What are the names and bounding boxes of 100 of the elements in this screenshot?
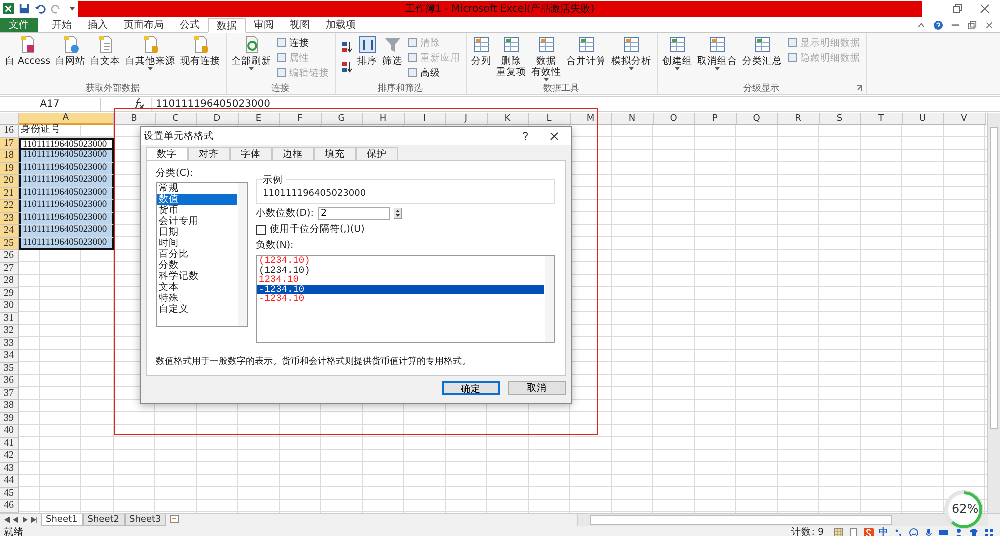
grid-menu-icon[interactable] — [984, 528, 994, 536]
sheet-tab[interactable]: Sheet1 — [41, 514, 83, 526]
row-header[interactable]: 19 — [0, 162, 19, 175]
row-header[interactable]: 43 — [0, 462, 19, 475]
row-header[interactable]: 30 — [0, 300, 19, 312]
negative-format-item[interactable]: (1234.10) — [257, 266, 544, 275]
category-item[interactable]: 日期 — [157, 227, 237, 238]
column-header[interactable]: I — [404, 113, 446, 125]
ribbon-button[interactable]: 模拟分析 — [610, 35, 654, 83]
row-header[interactable]: 31 — [0, 312, 19, 325]
row-header[interactable]: 25 — [0, 238, 19, 250]
column-header[interactable]: P — [695, 113, 736, 125]
row-header[interactable]: 29 — [0, 288, 19, 300]
function-icon[interactable] — [133, 98, 145, 110]
category-item[interactable]: 常规 — [157, 183, 237, 194]
category-item[interactable]: 货币 — [157, 205, 237, 216]
category-item[interactable]: 数值 — [157, 194, 237, 205]
negative-format-item[interactable]: -1234.10 — [257, 294, 544, 304]
checkbox-label[interactable]: 使用千位分隔符(,)(U) — [270, 223, 365, 236]
row-header[interactable]: 40 — [0, 425, 19, 438]
spin-buttons-icon[interactable] — [394, 208, 402, 219]
dialog-button[interactable]: 确定 — [442, 381, 500, 395]
column-header[interactable]: E — [238, 113, 280, 125]
category-list[interactable]: 常规 数值 货币 会计专用 日期 时间 百分比 分数 科学记数 文本 特殊 自定义 — [156, 182, 248, 327]
column-header[interactable]: R — [778, 113, 820, 125]
row-header[interactable]: 27 — [0, 262, 19, 275]
negative-format-item[interactable]: (1234.10) — [257, 256, 544, 266]
undo-icon[interactable] — [35, 3, 46, 15]
row-header[interactable]: 34 — [0, 350, 19, 362]
ribbon-button[interactable]: 删除 重复项 — [494, 35, 529, 83]
last-sheet-icon[interactable] — [31, 517, 37, 523]
dialog-tab[interactable]: 数字 — [146, 147, 188, 160]
column-header[interactable]: B — [114, 113, 156, 125]
column-header[interactable]: L — [529, 113, 570, 125]
sheet-tab[interactable]: Sheet2 — [82, 514, 124, 526]
row-header[interactable]: 37 — [0, 388, 19, 400]
dialog-button[interactable]: 取消 — [508, 381, 566, 395]
collapse-ribbon-icon[interactable] — [917, 20, 926, 30]
decimal-places-field[interactable]: 2 — [318, 207, 390, 220]
input-method-logo-icon[interactable] — [864, 528, 874, 536]
vertical-scrollbar[interactable] — [987, 113, 1000, 513]
negative-format-item[interactable]: 1234.10 — [257, 275, 544, 284]
sort-descending-icon[interactable] — [340, 61, 353, 73]
row-header[interactable]: 17 — [0, 138, 19, 150]
restore-icon[interactable] — [952, 4, 962, 14]
list-scrollbar[interactable] — [238, 183, 247, 326]
normal-view-icon[interactable] — [834, 528, 844, 536]
ribbon-button[interactable]: 连接 — [274, 36, 332, 50]
ribbon-button[interactable]: 现有连接 — [178, 35, 223, 83]
row-header[interactable]: 22 — [0, 200, 19, 212]
ribbon-tab[interactable]: 视图 — [282, 18, 318, 32]
row-header[interactable]: 41 — [0, 438, 19, 450]
dialog-tab[interactable]: 字体 — [230, 147, 272, 160]
column-header[interactable]: O — [654, 113, 695, 125]
formula-field[interactable]: 110111196405023000 — [151, 98, 1000, 110]
category-item[interactable]: 文本 — [157, 282, 237, 293]
checkbox[interactable] — [256, 224, 266, 234]
ribbon-button[interactable]: 高级 — [406, 66, 463, 80]
ribbon-button[interactable]: 自 Access — [3, 35, 53, 83]
ribbon-button[interactable]: 数据 有效性 — [530, 35, 564, 83]
row-header[interactable]: 39 — [0, 412, 19, 425]
category-item[interactable]: 时间 — [157, 238, 237, 249]
dialog-tab[interactable]: 对齐 — [188, 147, 230, 160]
restore-icon[interactable] — [968, 20, 977, 30]
dialog-tab[interactable]: 边框 — [272, 147, 314, 160]
horizontal-scrollbar[interactable] — [577, 514, 988, 526]
close-icon[interactable] — [980, 4, 990, 14]
column-header[interactable]: T — [861, 113, 902, 125]
ribbon-tab[interactable]: 插入 — [80, 18, 116, 32]
column-header[interactable]: K — [488, 113, 529, 125]
microphone-icon[interactable] — [924, 528, 934, 536]
ribbon-button[interactable]: 分列 — [470, 35, 494, 83]
dialog-tab[interactable]: 填充 — [314, 147, 356, 160]
row-header[interactable]: 45 — [0, 488, 19, 500]
row-header[interactable]: 28 — [0, 275, 19, 288]
ribbon-button[interactable]: 排序 — [356, 35, 380, 83]
row-header[interactable]: 42 — [0, 450, 19, 462]
row-header[interactable]: 33 — [0, 338, 19, 350]
column-header[interactable]: D — [197, 113, 238, 125]
row-header[interactable]: 16 — [0, 125, 19, 138]
row-header[interactable]: 36 — [0, 375, 19, 388]
dialog-tab[interactable]: 保护 — [356, 147, 398, 160]
category-item[interactable]: 科学记数 — [157, 271, 237, 282]
row-header[interactable]: 26 — [0, 250, 19, 262]
punctuation-icon[interactable] — [894, 528, 904, 536]
category-item[interactable]: 特殊 — [157, 293, 237, 304]
sheet-tab[interactable]: Sheet3 — [124, 514, 166, 526]
category-item[interactable]: 自定义 — [157, 304, 237, 315]
list-scrollbar[interactable] — [545, 256, 554, 342]
category-item[interactable]: 会计专用 — [157, 216, 237, 227]
ribbon-button[interactable]: 分类汇总 — [740, 35, 785, 83]
help-icon[interactable] — [521, 132, 530, 140]
next-sheet-icon[interactable] — [22, 517, 28, 523]
column-header[interactable]: U — [902, 113, 944, 125]
ribbon-button[interactable]: 自网站 — [54, 35, 88, 83]
ribbon-tab[interactable]: 审阅 — [246, 18, 282, 32]
insert-sheet-icon[interactable] — [170, 515, 180, 524]
keyboard-icon[interactable] — [939, 528, 949, 536]
ribbon-button[interactable]: 筛选 — [380, 35, 405, 83]
row-header[interactable]: 24 — [0, 225, 19, 238]
